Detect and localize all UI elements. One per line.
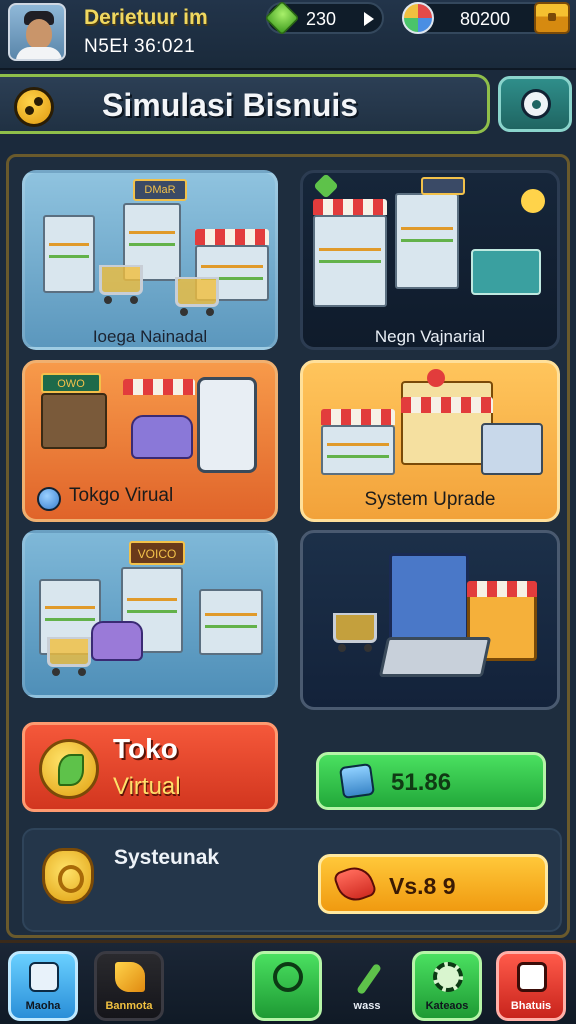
toko-virtual-card[interactable]: Toko Virtual bbox=[22, 722, 278, 812]
gear-icon bbox=[433, 962, 463, 992]
player-name: Derietuur im bbox=[84, 6, 208, 29]
business-card-5[interactable]: VOICO bbox=[22, 530, 278, 698]
system-title: Systeunak bbox=[114, 846, 220, 869]
store-sign: VOICO bbox=[129, 541, 185, 565]
kiosk-icon bbox=[389, 553, 469, 645]
coins-value: 80200 bbox=[460, 9, 511, 29]
stall-icon bbox=[313, 215, 387, 307]
awning-icon bbox=[123, 379, 195, 395]
page-title: Simulasi Bisnuis bbox=[102, 87, 359, 123]
shirt-icon bbox=[16, 47, 62, 59]
shelf-icon bbox=[43, 215, 95, 293]
stall-icon bbox=[199, 589, 263, 655]
tag-icon bbox=[332, 861, 378, 907]
counter-icon bbox=[471, 249, 541, 295]
coins-counter[interactable]: 80200 bbox=[402, 2, 570, 34]
card-label: Tokgo Virual bbox=[69, 485, 174, 506]
awning-icon bbox=[195, 229, 269, 245]
toko-subtitle: Virtual bbox=[113, 773, 181, 800]
system-button[interactable]: Vs.8 9 bbox=[318, 854, 548, 914]
nav-label: Banmota bbox=[105, 1000, 153, 1012]
nav-button-1[interactable]: Maoha bbox=[8, 951, 78, 1021]
globe-icon bbox=[402, 2, 434, 34]
nav-label: Kateaos bbox=[425, 1000, 469, 1012]
nav-button-6[interactable]: Bhatuis bbox=[496, 951, 566, 1021]
terminal-icon bbox=[378, 637, 492, 677]
crate-icon bbox=[41, 393, 107, 449]
awning-icon bbox=[321, 409, 395, 425]
badge-icon bbox=[37, 487, 61, 511]
awning-icon bbox=[401, 397, 493, 413]
fridge-icon bbox=[395, 193, 459, 289]
nav-button-4[interactable]: wass bbox=[332, 951, 402, 1021]
van-icon bbox=[91, 621, 143, 661]
system-row: Systeunak Vs.8 9 bbox=[22, 828, 562, 932]
bow-icon bbox=[427, 369, 445, 387]
map-pin-icon bbox=[338, 762, 376, 800]
card-label: Negn Vajnarial bbox=[374, 327, 486, 346]
eye-icon bbox=[521, 89, 551, 119]
sun-icon bbox=[521, 189, 545, 213]
building-icon bbox=[481, 423, 543, 475]
nav-label: Bhatuis bbox=[510, 1000, 552, 1012]
nav-button-2[interactable]: Banmota bbox=[94, 951, 164, 1021]
nav-button-3[interactable] bbox=[252, 951, 322, 1021]
coin-badge-icon bbox=[42, 848, 94, 904]
gems-value: 230 bbox=[306, 9, 337, 29]
store-sign: OWO bbox=[41, 373, 101, 393]
recycle-icon bbox=[273, 962, 303, 992]
gem-icon bbox=[264, 0, 300, 36]
nav-label: Maoha bbox=[25, 1000, 61, 1012]
business-card-6[interactable] bbox=[300, 530, 560, 710]
card-label: System Uprade bbox=[364, 489, 496, 510]
bottom-navigation: Maoha Banmota wass Kateaos Bhatuis bbox=[0, 940, 576, 1024]
coin-leaf-icon bbox=[39, 739, 99, 799]
business-card-2[interactable]: Negn Vajnarial bbox=[300, 170, 560, 350]
stall-icon bbox=[321, 425, 395, 475]
cart-icon bbox=[175, 277, 219, 316]
business-card-1[interactable]: DMaR Ioega Nainadal bbox=[22, 170, 278, 350]
nav-label: wass bbox=[353, 1000, 381, 1012]
awning-icon bbox=[313, 199, 387, 215]
income-value: 51.86 bbox=[391, 769, 452, 796]
shop-icon bbox=[401, 381, 493, 465]
gem-icon bbox=[313, 173, 339, 199]
van-icon bbox=[131, 415, 193, 459]
card-label: Ioega Nainadal bbox=[92, 327, 208, 346]
nav-button-5[interactable]: Kateaos bbox=[412, 951, 482, 1021]
camera-icon bbox=[517, 962, 547, 992]
player-avatar[interactable] bbox=[8, 3, 66, 61]
awning-icon bbox=[467, 581, 537, 597]
cart-icon bbox=[333, 613, 377, 652]
monitor-icon bbox=[29, 962, 59, 992]
top-status-bar: Derietuur im N5EƗ 36:021 230 80200 bbox=[0, 0, 576, 70]
player-timer: N5EƗ 36:021 bbox=[84, 36, 196, 57]
face-icon bbox=[26, 19, 52, 49]
toko-title: Toko bbox=[113, 733, 178, 764]
business-card-4[interactable]: System Uprade bbox=[300, 360, 560, 522]
cheese-icon bbox=[115, 962, 145, 992]
title-bar: Simulasi Bisnuis bbox=[0, 74, 490, 134]
store-sign: DMaR bbox=[133, 179, 187, 201]
settings-button[interactable] bbox=[498, 76, 572, 132]
income-button[interactable]: 51.86 bbox=[316, 752, 546, 810]
menu-button[interactable] bbox=[14, 87, 54, 127]
store-sign bbox=[421, 177, 465, 195]
business-card-3[interactable]: OWO Tokgo Virual bbox=[22, 360, 278, 522]
system-value: Vs.8 9 bbox=[389, 873, 456, 899]
play-icon[interactable] bbox=[364, 12, 374, 26]
phone-icon bbox=[197, 377, 257, 473]
cart-icon bbox=[47, 637, 91, 676]
gems-counter[interactable]: 230 bbox=[264, 0, 384, 36]
pencil-icon bbox=[355, 962, 383, 996]
treasure-chest-icon[interactable] bbox=[534, 2, 570, 34]
cart-icon bbox=[99, 265, 143, 304]
